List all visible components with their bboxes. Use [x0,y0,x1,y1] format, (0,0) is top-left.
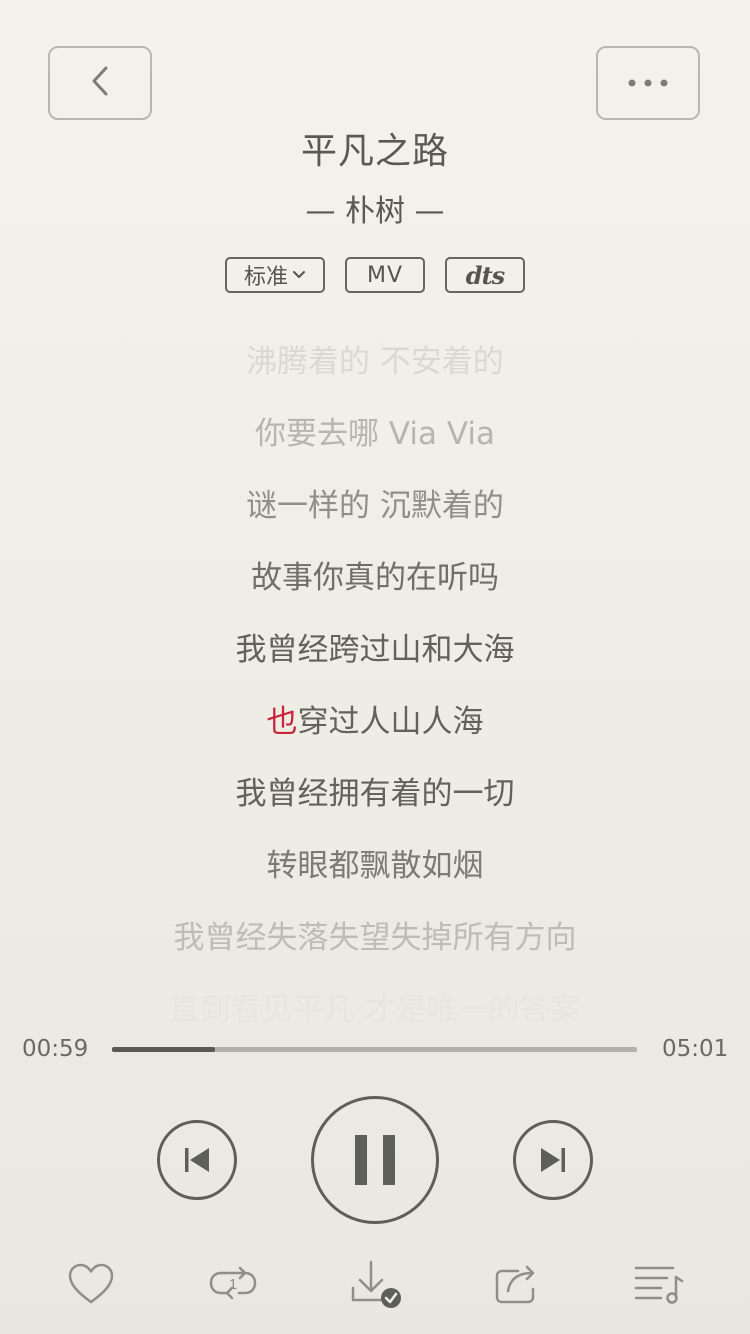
lyric-line: 转眼都飘散如烟 [266,848,484,884]
pause-icon [353,1135,397,1185]
skip-previous-icon [182,1145,212,1175]
playlist-button[interactable] [631,1258,687,1310]
share-button[interactable] [489,1258,545,1310]
lyric-line: 你要去哪 Via Via [255,416,495,452]
lyric-line: 故事你真的在听吗 [251,560,499,596]
lyric-line: 谜一样的 沉默着的 [246,488,504,524]
mv-label: MV [366,262,404,288]
lyric-line: 沸腾着的 不安着的 [246,344,504,380]
lyric-line: 我曾经失落失望失掉所有方向 [173,920,577,956]
quality-label: 标准 [243,265,288,290]
dts-label: dts [465,260,505,290]
skip-next-icon [538,1145,568,1175]
current-time: 00:59 [22,1036,89,1062]
repeat-one-icon: 1 [207,1264,259,1304]
loop-mode-button[interactable]: 1 [205,1258,261,1310]
lyric-remaining-part: 穿过人山人海 [297,704,484,740]
lyric-line-current: 也穿过人山人海 [0,686,750,758]
like-button[interactable] [63,1258,119,1310]
more-options-button[interactable] [596,46,700,120]
share-icon [494,1263,540,1305]
playlist-icon [633,1263,685,1305]
heart-icon [67,1263,115,1305]
dts-button[interactable]: dts [445,257,525,293]
lyric-line: 我曾经拥有着的一切 [235,776,515,812]
lyric-played-part: 也 [266,704,298,740]
pause-button[interactable] [311,1096,439,1224]
artist-name[interactable]: — 朴树 — [0,186,750,230]
repeat-one-badge: 1 [228,1275,238,1293]
back-button[interactable] [48,46,152,120]
progress-slider[interactable] [112,1047,637,1052]
download-done-icon [347,1258,403,1310]
mv-button[interactable]: MV [345,257,425,293]
download-button[interactable] [347,1258,403,1310]
lyric-line: 我曾经跨过山和大海 [235,632,515,668]
more-dots-icon [626,74,670,93]
chevron-left-icon [88,64,112,102]
total-time: 05:01 [662,1036,729,1062]
next-track-button[interactable] [513,1120,593,1200]
lyric-line: 直到看见平凡 才是唯一的答案 [168,992,582,1028]
lyrics-panel[interactable]: 沸腾着的 不安着的 你要去哪 Via Via 谜一样的 沉默着的 故事你真的在听吗 我曾… [0,326,750,1046]
chevron-down-icon [292,270,306,280]
progress-fill [112,1047,215,1052]
previous-track-button[interactable] [157,1120,237,1200]
song-title: 平凡之路 [300,131,449,172]
quality-selector[interactable]: 标准 [225,257,325,293]
